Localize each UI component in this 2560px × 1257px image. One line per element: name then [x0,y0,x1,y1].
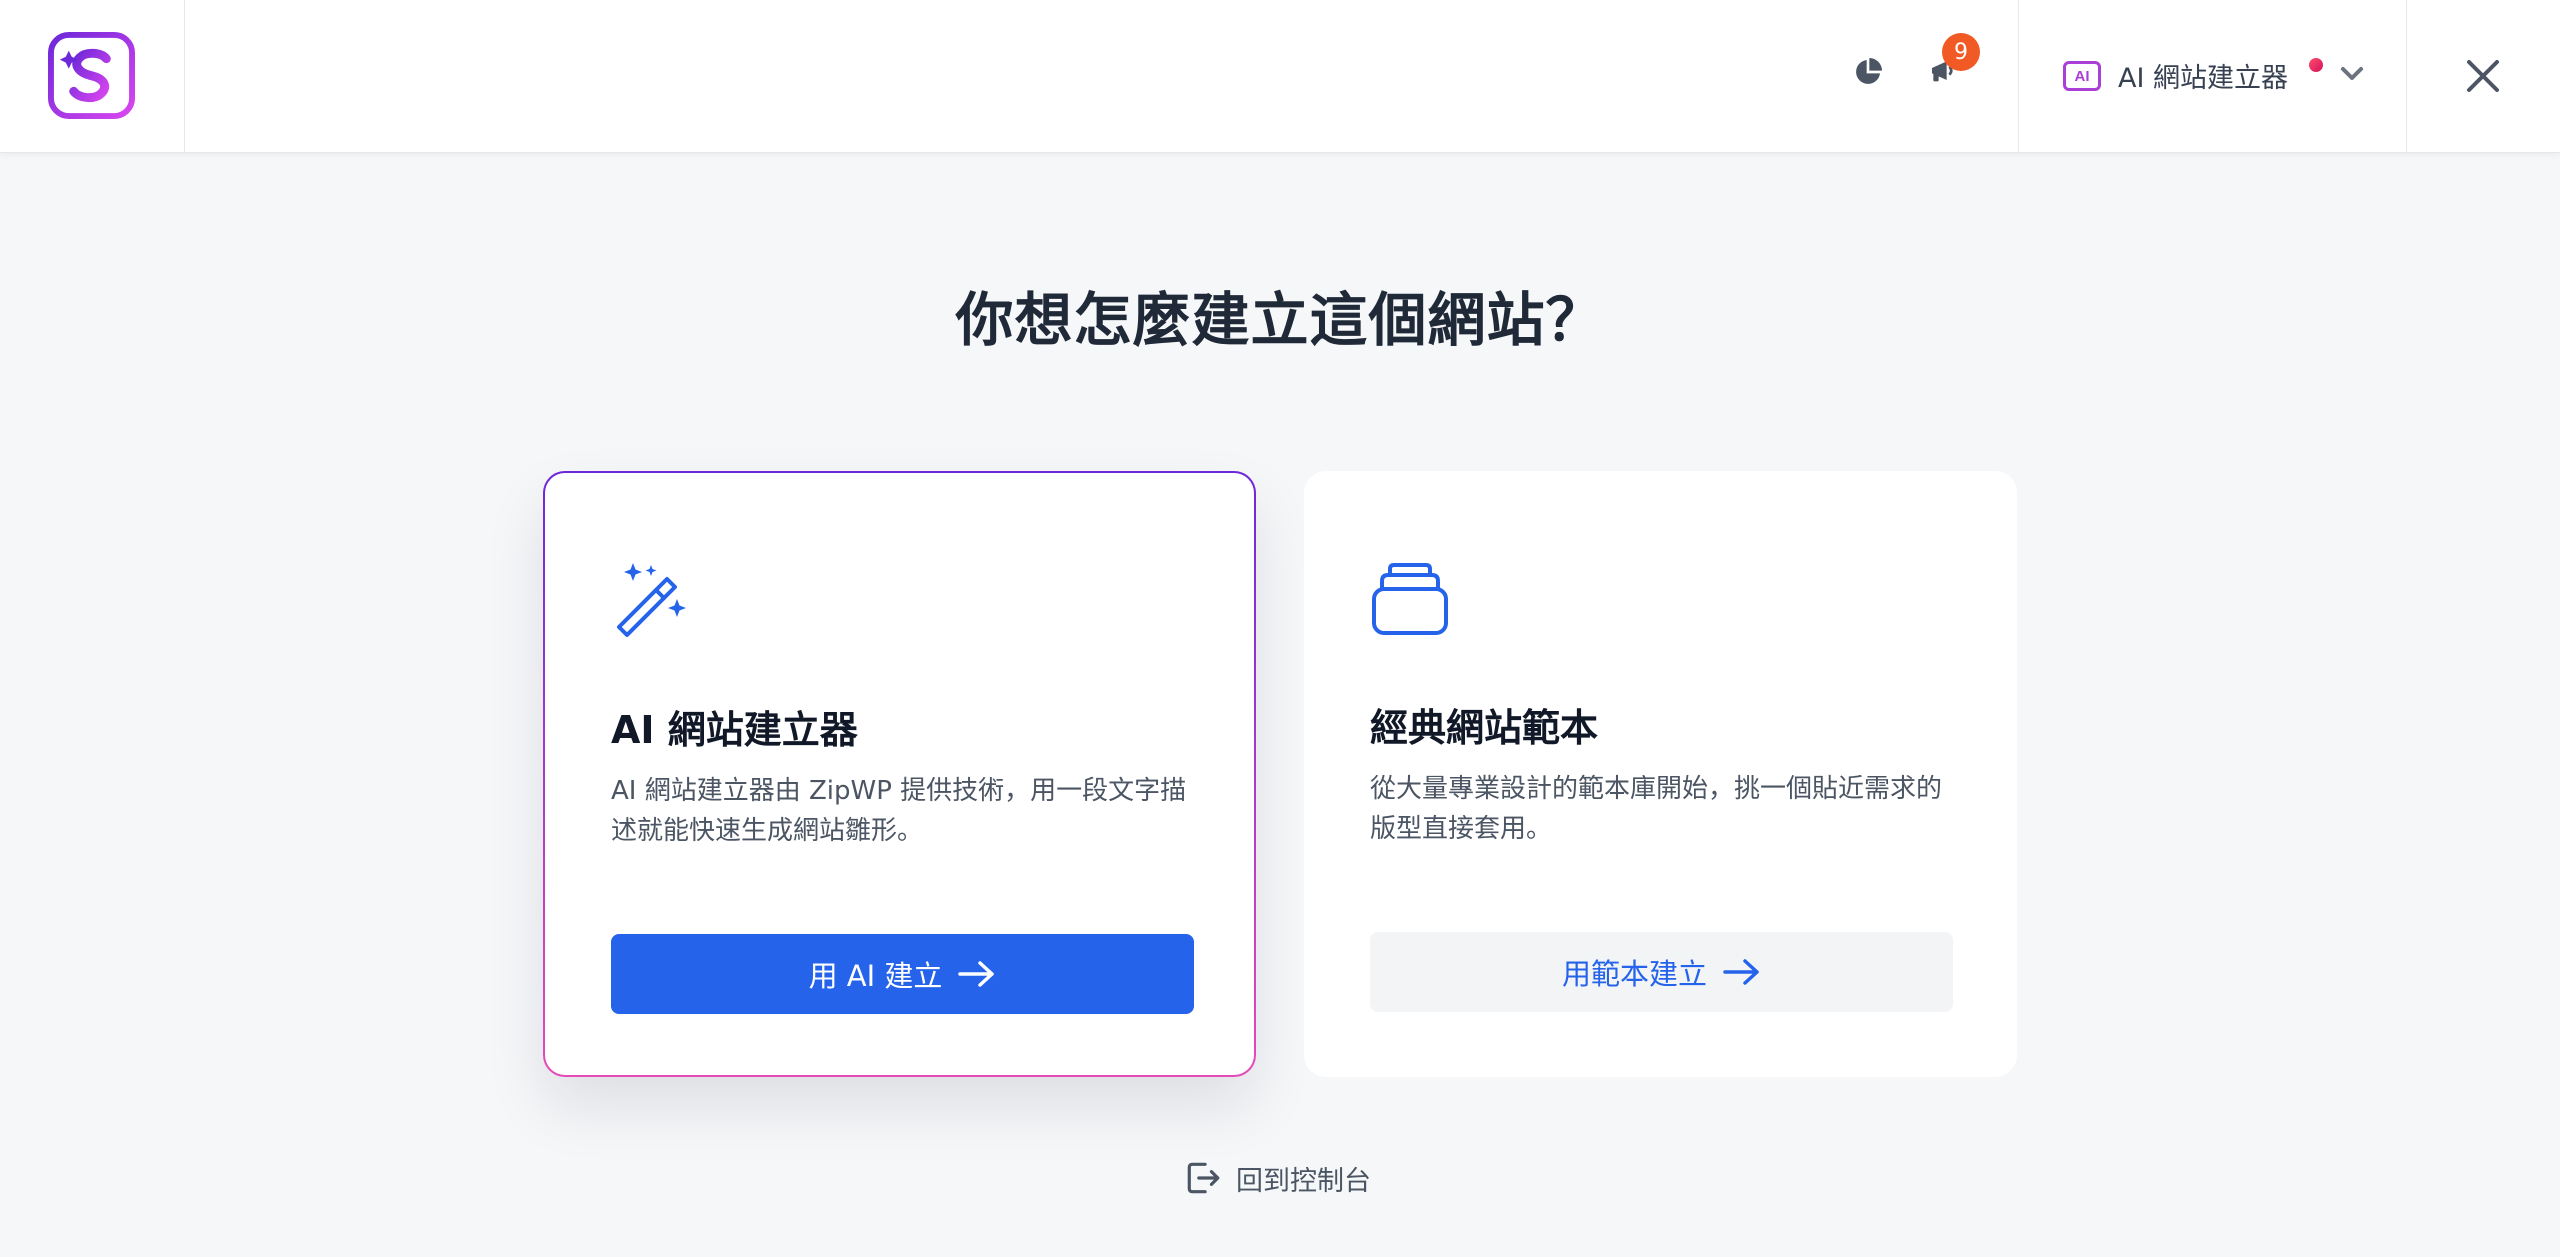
top-header: 9 AI AI 網站建立器 [0,0,2560,153]
close-area [2407,0,2560,153]
build-with-ai-button[interactable]: 用 AI 建立 [611,934,1194,1014]
analytics-pie-icon[interactable] [1848,52,1888,92]
template-stack-icon [1372,563,1448,635]
classic-templates-title: 經典網站範本 [1370,706,1599,750]
app-logo-icon[interactable] [47,31,136,120]
back-to-dashboard-label: 回到控制台 [1236,1165,1371,1197]
build-with-ai-label: 用 AI 建立 [808,959,943,993]
arrow-right-icon [1723,959,1759,985]
status-dot [2309,58,2323,72]
back-to-dashboard-link[interactable]: 回到控制台 [1186,1156,1371,1200]
classic-templates-card[interactable]: 經典網站範本 從大量專業設計的範本庫開始，挑一個貼近需求的版型直接套用。 用範本… [1304,471,2017,1077]
ai-builder-description: AI 網站建立器由 ZipWP 提供技術，用一段文字描述就能快速生成網站雛形。 [611,776,1187,846]
build-with-template-button[interactable]: 用範本建立 [1370,932,1953,1012]
magic-wand-icon [617,563,686,637]
build-with-template-label: 用範本建立 [1561,957,1707,991]
arrow-right-icon [958,961,995,987]
builder-selector-label: AI 網站建立器 [2118,63,2289,94]
ai-builder-card[interactable]: AI 網站建立器 AI 網站建立器由 ZipWP 提供技術，用一段文字描述就能快… [543,471,1256,1077]
ai-builder-title: AI 網站建立器 [611,708,858,752]
close-icon[interactable] [2465,58,2501,94]
exit-icon [1187,1162,1220,1194]
builder-selector[interactable]: AI AI 網站建立器 [2018,0,2407,153]
notification-badge: 9 [1942,33,1980,71]
logo-area [0,0,185,153]
classic-templates-description: 從大量專業設計的範本庫開始，挑一個貼近需求的版型直接套用。 [1370,774,1943,844]
ai-chip-icon: AI [2063,61,2101,91]
chevron-down-icon[interactable] [2340,65,2364,83]
page-title: 你想怎麼建立這個網站？ [955,286,1605,354]
